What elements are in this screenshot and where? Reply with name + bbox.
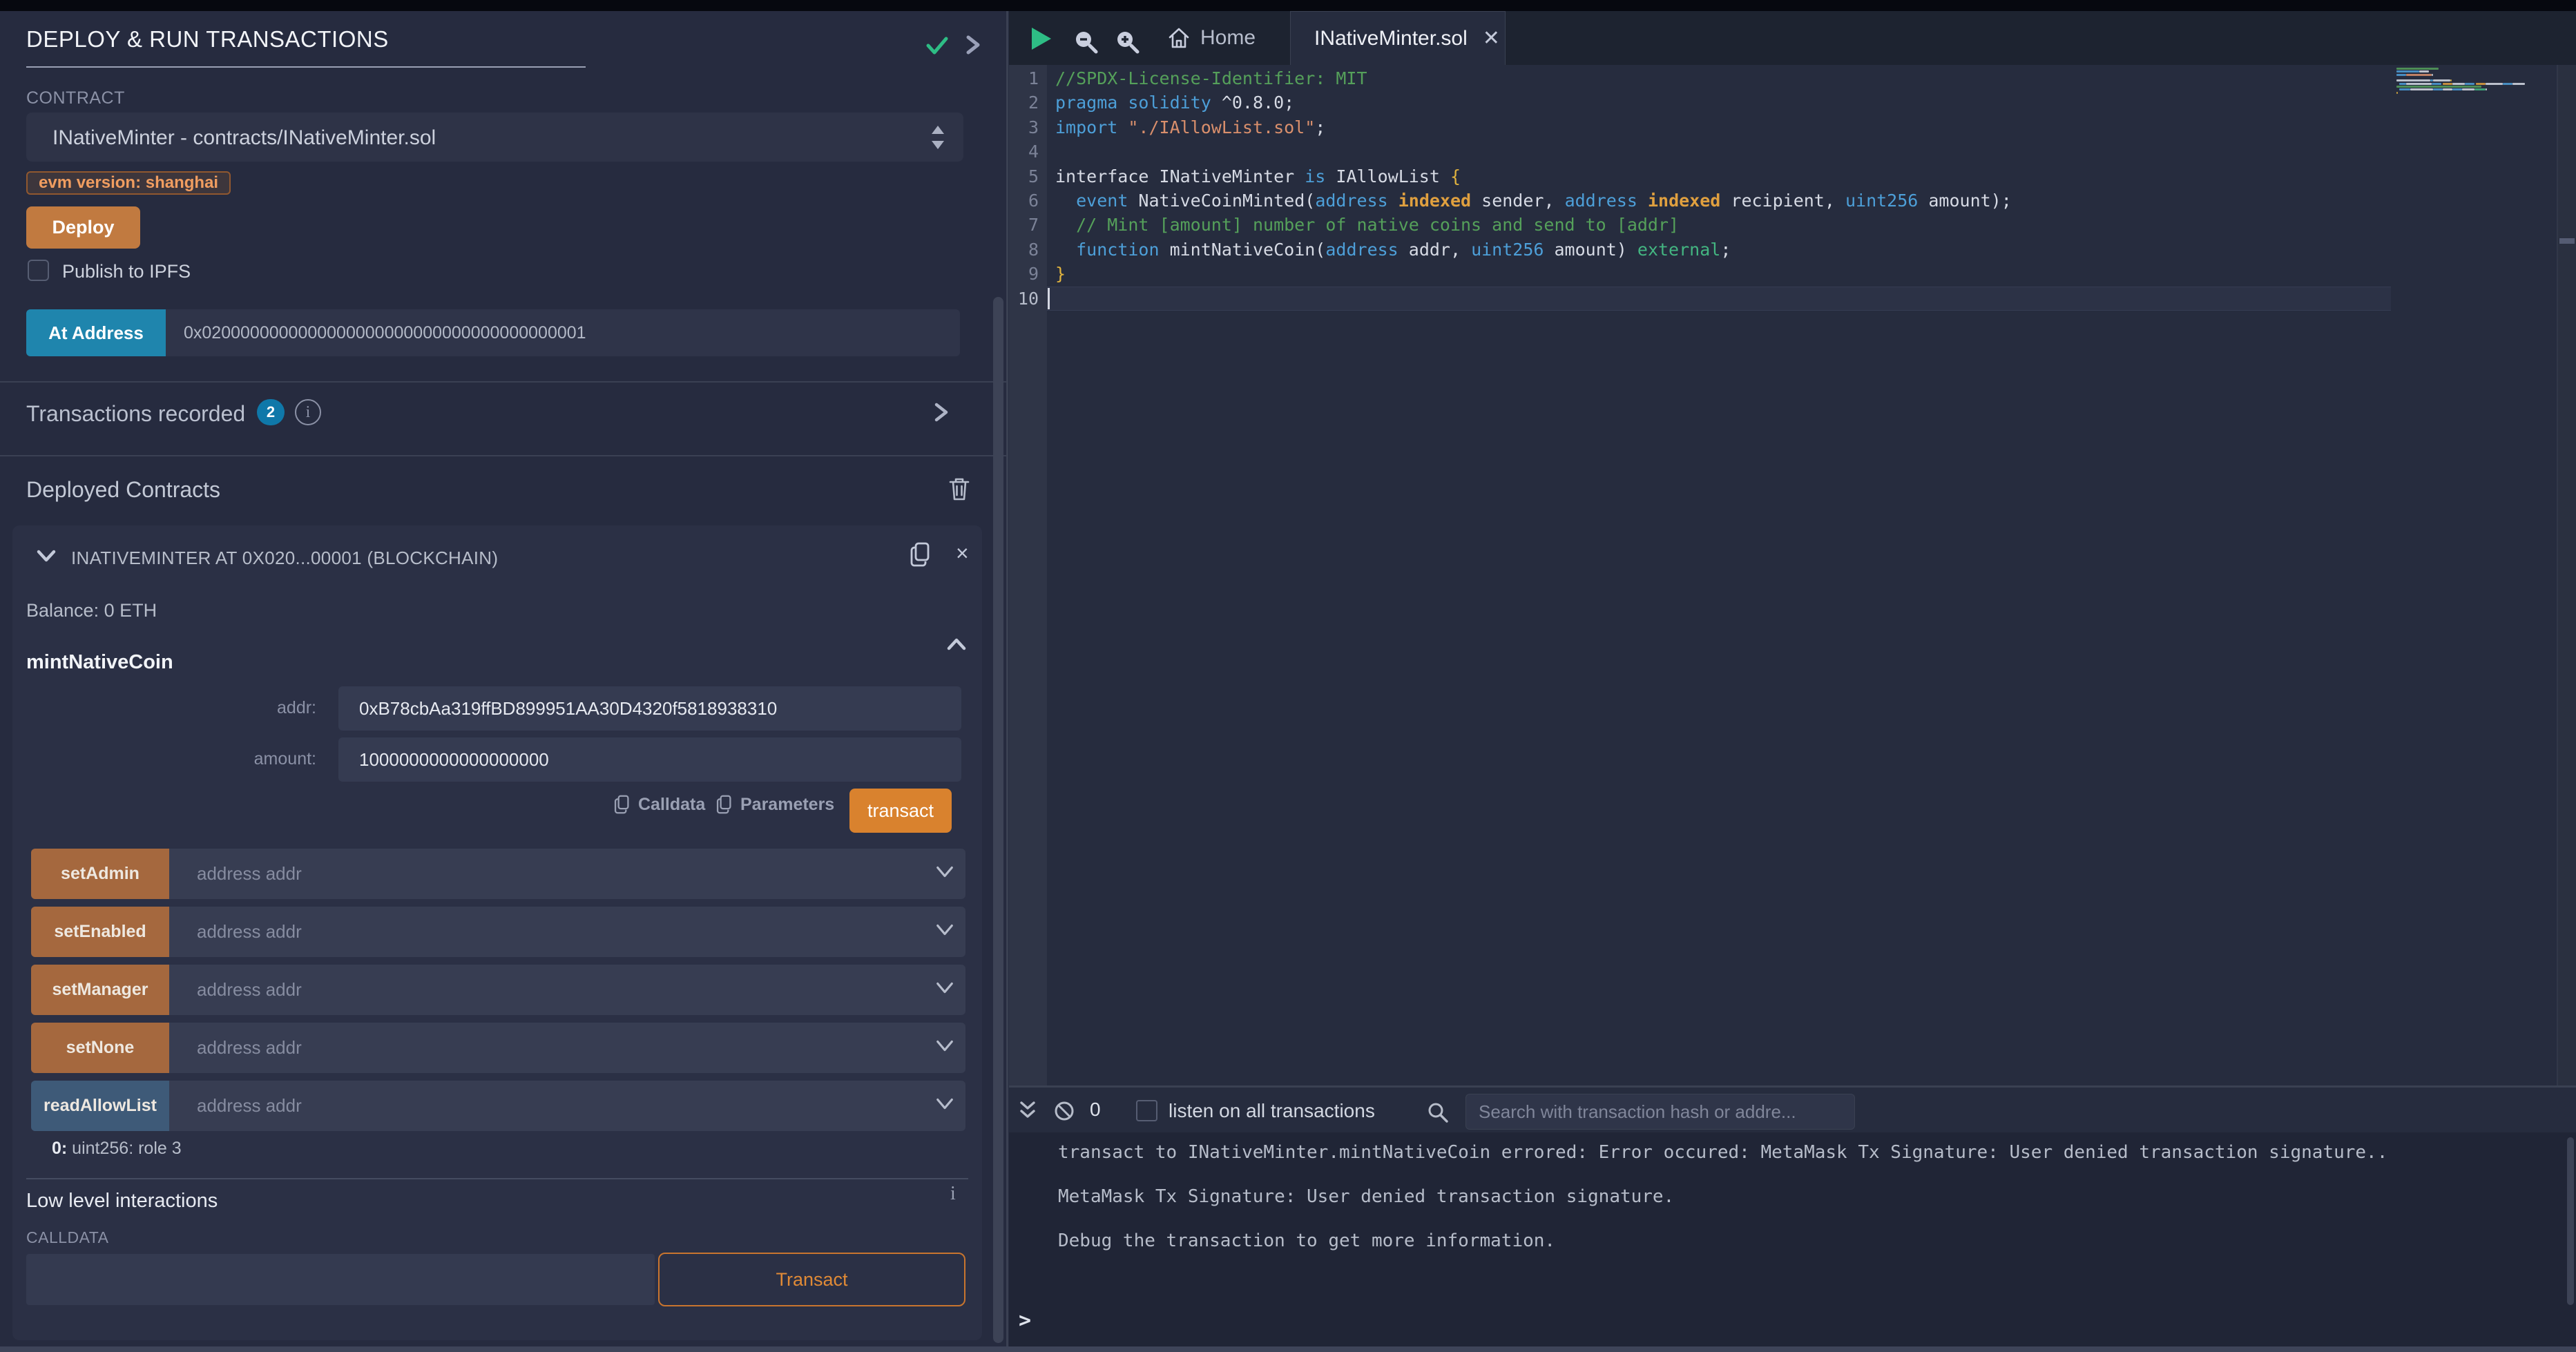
instance-title: INATIVEMINTER AT 0X020...00001 (BLOCKCHA… [71,548,498,569]
zoom-in-icon[interactable] [1114,29,1142,57]
function-row-setAdmin: setAdmin [31,849,965,899]
window-top-strip [0,0,2576,11]
readAllowList-input[interactable] [169,1081,915,1131]
code-lines: //SPDX-License-Identifier: MITpragma sol… [1055,66,2012,311]
setAdmin-input[interactable] [169,849,915,899]
low-level-transact-button[interactable]: Transact [658,1253,965,1306]
deploy-button[interactable]: Deploy [26,206,140,249]
terminal-search-input[interactable] [1465,1094,1855,1130]
setEnabled-input[interactable] [169,907,915,957]
setNone-input[interactable] [169,1023,915,1073]
contract-select-value: INativeMinter - contracts/INativeMinter.… [52,126,436,150]
expand-params-chevron-icon[interactable] [935,864,954,880]
listen-all-transactions-label: listen on all transactions [1169,1100,1375,1122]
deployed-contracts-row: Deployed Contracts [0,456,1006,525]
collapse-panel-chevron-icon[interactable] [963,32,986,58]
expand-params-chevron-icon[interactable] [935,922,954,938]
open-function-name: mintNativeCoin [26,651,173,674]
at-address-button[interactable]: At Address [26,309,166,356]
low-level-info-icon[interactable]: i [950,1183,956,1205]
contract-select[interactable]: INativeMinter - contracts/INativeMinter.… [26,113,963,162]
run-script-play-icon[interactable] [1029,26,1052,51]
text-cursor [1048,288,1050,309]
home-icon [1167,26,1191,50]
transactions-recorded-label: Transactions recorded [26,401,245,427]
terminal-log-line: MetaMask Tx Signature: User denied trans… [1058,1186,2387,1207]
title-underline [26,66,586,68]
setNone-button[interactable]: setNone [31,1023,169,1073]
calldata-input[interactable] [26,1254,655,1305]
expand-params-chevron-icon[interactable] [935,1038,954,1054]
deployed-contract-card: INATIVEMINTER AT 0X020...00001 (BLOCKCHA… [12,525,982,1340]
deploy-run-panel: DEPLOY & RUN TRANSACTIONS CONTRACT INati… [0,11,1006,1346]
panel-scrollbar-thumb[interactable] [993,297,1003,1343]
publish-ipfs-checkbox[interactable] [28,260,49,281]
code-editor[interactable]: 12345678910 //SPDX-License-Identifier: M… [1009,65,2576,1085]
editor-tab-bar: Home INativeMinter.sol ✕ [1009,11,2576,65]
instance-collapse-chevron-icon[interactable] [36,548,57,564]
function-row-readAllowList: readAllowList [31,1081,965,1131]
card-divider [26,1178,968,1179]
instance-balance: Balance: 0 ETH [26,600,157,621]
contract-label: CONTRACT [26,88,125,108]
amount-field-label: amount: [12,749,316,769]
clear-console-icon[interactable] [1053,1100,1075,1122]
function-row-setNone: setNone [31,1023,965,1073]
search-icon [1427,1101,1449,1123]
status-check-icon [923,30,952,59]
editor-minimap[interactable] [2391,65,2557,217]
tab-home[interactable]: Home [1157,11,1265,65]
clear-instances-trash-icon[interactable] [948,476,971,502]
line-numbers: 12345678910 [1009,66,1039,311]
copy-address-icon[interactable] [909,541,932,568]
terminal: 0 listen on all transactions transact to… [1009,1085,2576,1346]
function-row-setManager: setManager [31,965,965,1015]
panel-editor-divider[interactable] [1006,11,1008,1346]
terminal-logs: transact to INativeMinter.mintNativeCoin… [1058,1142,2387,1275]
select-updown-icon [930,124,945,151]
terminal-expand-chevrons-icon[interactable] [1017,1100,1038,1122]
terminal-scrollbar-thumb[interactable] [2567,1137,2574,1305]
transact-button[interactable]: transact [849,789,952,833]
setManager-button[interactable]: setManager [31,965,169,1015]
pending-tx-count: 0 [1090,1099,1101,1121]
terminal-log-line: transact to INativeMinter.mintNativeCoin… [1058,1142,2387,1163]
expand-params-chevron-icon[interactable] [935,980,954,996]
listen-all-transactions-checkbox[interactable] [1136,1100,1157,1121]
overview-ruler-marker [2559,238,2575,244]
evm-version-badge: evm version: shanghai [26,171,231,195]
info-icon[interactable]: i [295,399,321,425]
remove-instance-icon[interactable]: × [956,542,969,564]
terminal-toolbar: 0 listen on all transactions [1009,1085,2576,1132]
addr-field-input[interactable] [338,686,961,731]
deployed-contracts-label: Deployed Contracts [26,477,220,503]
amount-field-input[interactable] [338,737,961,782]
tab-inativeminter-sol[interactable]: INativeMinter.sol ✕ [1290,11,1506,65]
zoom-out-icon[interactable] [1073,29,1100,57]
copy-parameters-button[interactable]: Parameters [715,793,834,815]
calldata-label: CALLDATA [26,1228,108,1247]
terminal-prompt: > [1019,1308,1031,1333]
read-output: 0: uint256: role 3 [52,1139,182,1159]
overview-ruler[interactable] [2558,65,2576,1085]
transactions-count-badge: 2 [257,399,285,425]
setManager-input[interactable] [169,965,915,1015]
window-bottom-strip [0,1346,2576,1352]
addr-field-label: addr: [12,698,316,718]
transactions-expand-chevron-icon[interactable] [931,399,952,425]
at-address-input[interactable] [166,309,960,356]
low-level-title: Low level interactions [26,1190,218,1213]
panel-title: DEPLOY & RUN TRANSACTIONS [26,26,389,52]
function-row-setEnabled: setEnabled [31,907,965,957]
transactions-recorded-row: Transactions recorded 2 i [0,383,1006,455]
copy-calldata-button[interactable]: Calldata [613,793,705,815]
close-tab-icon[interactable]: ✕ [1483,26,1500,50]
expand-params-chevron-icon[interactable] [935,1096,954,1112]
setEnabled-button[interactable]: setEnabled [31,907,169,957]
readAllowList-button[interactable]: readAllowList [31,1081,169,1131]
publish-ipfs-label: Publish to IPFS [62,261,191,282]
function-collapse-chevron-icon[interactable] [946,636,967,653]
setAdmin-button[interactable]: setAdmin [31,849,169,899]
terminal-log-line: Debug the transaction to get more inform… [1058,1230,2387,1251]
